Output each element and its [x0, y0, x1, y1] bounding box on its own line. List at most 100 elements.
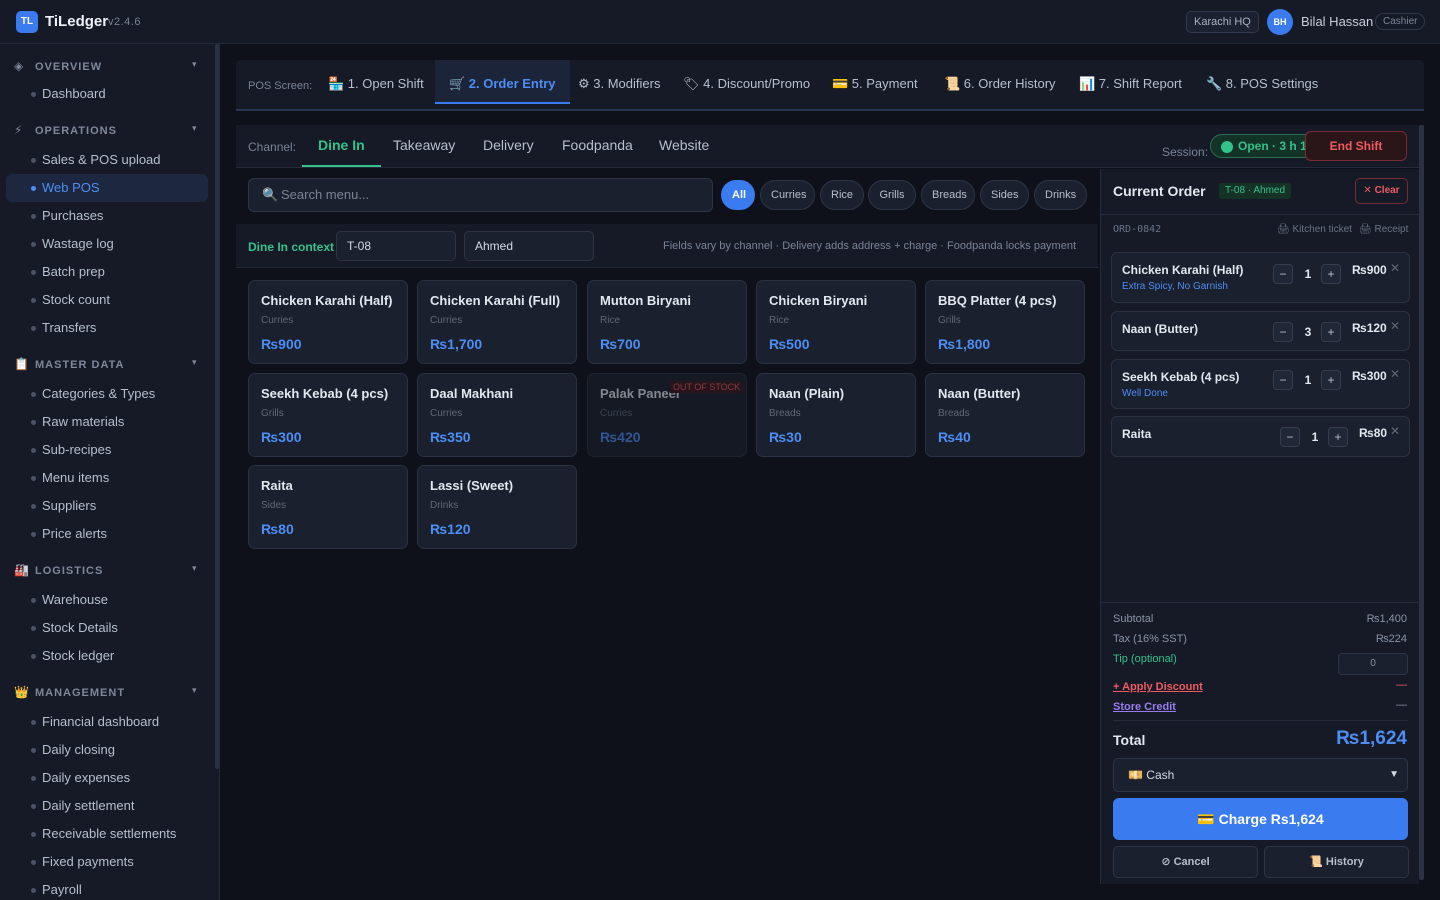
menu-card[interactable]: Raita Sides ₨80 [248, 465, 408, 549]
menu-card[interactable]: Seekh Kebab (4 pcs) Grills ₨300 [248, 373, 408, 457]
menu-card[interactable]: Daal Makhani Curries ₨350 [417, 373, 577, 457]
sidebar-item-sub-recipes[interactable]: Sub-recipes [6, 436, 208, 464]
remove-line-icon[interactable]: ✕ [1390, 261, 1400, 275]
sidebar-item-stock-details[interactable]: Stock Details [6, 614, 208, 642]
channel-delivery[interactable]: Delivery [483, 125, 534, 167]
category-grills[interactable]: Grills [868, 180, 916, 210]
menu-card[interactable]: Chicken Karahi (Half) Curries ₨900 [248, 280, 408, 364]
tab-order-entry[interactable]: 🛒 2. Order Entry [435, 60, 570, 104]
menu-card[interactable]: BBQ Platter (4 pcs) Grills ₨1,800 [925, 280, 1085, 364]
sidebar-item-suppliers[interactable]: Suppliers [6, 492, 208, 520]
decrease-qty-button[interactable]: − [1273, 264, 1293, 284]
kitchen-ticket-button[interactable]: 🖨 Kitchen ticket [1277, 224, 1352, 235]
table-field[interactable]: T-08 [336, 231, 456, 261]
category-breads[interactable]: Breads [921, 180, 975, 210]
tab-discount-promo[interactable]: 🏷 4. Discount/Promo [683, 60, 810, 104]
sidebar-item-web-pos[interactable]: Web POS [6, 174, 208, 202]
category-rice[interactable]: Rice [820, 180, 864, 210]
channel-foodpanda[interactable]: Foodpanda [562, 125, 633, 167]
section-master-data[interactable]: 📋 MASTER DATA ▾ [14, 357, 197, 373]
tip-input[interactable]: 0 [1338, 653, 1408, 675]
apply-discount-link[interactable]: + Apply Discount [1113, 681, 1203, 693]
line-modifiers[interactable]: Well Done [1122, 388, 1168, 399]
tab-open-shift[interactable]: 🏪 1. Open Shift [328, 60, 424, 104]
store-credit-link[interactable]: Store Credit [1113, 701, 1176, 713]
section-logistics[interactable]: 🏭 LOGISTICS ▾ [14, 563, 197, 579]
sidebar-item-price-alerts[interactable]: Price alerts [6, 520, 208, 548]
receipt-button[interactable]: 🖨 Receipt [1359, 224, 1408, 235]
search-input[interactable]: 🔍 Search menu... [248, 178, 713, 212]
sidebar-item-dashboard[interactable]: Dashboard [6, 80, 208, 108]
line-modifiers[interactable]: Extra Spicy, No Garnish [1122, 281, 1228, 292]
category-all[interactable]: All [721, 180, 755, 210]
sidebar-item-purchases[interactable]: Purchases [6, 202, 208, 230]
section-operations[interactable]: ⚡ OPERATIONS ▾ [14, 123, 197, 139]
menu-card[interactable]: Chicken Karahi (Full) Curries ₨1,700 [417, 280, 577, 364]
remove-line-icon[interactable]: ✕ [1390, 319, 1400, 333]
increase-qty-button[interactable]: + [1321, 264, 1341, 284]
history-button[interactable]: 📜 History [1264, 846, 1409, 878]
sidebar-scrollbar[interactable] [215, 44, 219, 769]
increase-qty-button[interactable]: + [1328, 427, 1348, 447]
sidebar-item-daily-settlement[interactable]: Daily settlement [6, 792, 208, 820]
sidebar-item-receivable-settlements[interactable]: Receivable settlements [6, 820, 208, 848]
menu-card[interactable]: Naan (Butter) Breads ₨40 [925, 373, 1085, 457]
end-shift-button[interactable]: End Shift [1305, 131, 1407, 161]
channel-website[interactable]: Website [659, 125, 709, 167]
chevron-down-icon: ▼ [1389, 769, 1399, 780]
menu-card[interactable]: Lassi (Sweet) Drinks ₨120 [417, 465, 577, 549]
tab-payment[interactable]: 💳 5. Payment [832, 60, 918, 104]
sidebar-item-warehouse[interactable]: Warehouse [6, 586, 208, 614]
sidebar-item-fixed-payments[interactable]: Fixed payments [6, 848, 208, 876]
decrease-qty-button[interactable]: − [1280, 427, 1300, 447]
sidebar-item-sales-pos-upload[interactable]: Sales & POS upload [6, 146, 208, 174]
section-overview[interactable]: ◈ OVERVIEW ▾ [14, 59, 197, 75]
out-of-stock-badge: OUT OF STOCK [670, 381, 744, 393]
sidebar-item-stock-ledger[interactable]: Stock ledger [6, 642, 208, 670]
sidebar-item-raw-materials[interactable]: Raw materials [6, 408, 208, 436]
factory-icon: 🏭 [14, 563, 30, 577]
payment-method-select[interactable]: 💴 Cash ▼ [1113, 758, 1408, 792]
sidebar-item-batch-prep[interactable]: Batch prep [6, 258, 208, 286]
order-scrollbar[interactable] [1419, 125, 1424, 880]
avatar[interactable]: BH [1267, 9, 1293, 35]
sidebar-item-categories-types[interactable]: Categories & Types [6, 380, 208, 408]
category-sides[interactable]: Sides [980, 180, 1029, 210]
category-drinks[interactable]: Drinks [1034, 180, 1087, 210]
sidebar-item-wastage-log[interactable]: Wastage log [6, 230, 208, 258]
location-selector[interactable]: Karachi HQ [1186, 11, 1259, 33]
sidebar-item-financial-dashboard[interactable]: Financial dashboard [6, 708, 208, 736]
tab-pos-settings[interactable]: 🔧 8. POS Settings [1206, 60, 1318, 104]
tab-shift-report[interactable]: 📊 7. Shift Report [1079, 60, 1182, 104]
role-badge: Cashier [1375, 13, 1426, 30]
channel-takeaway[interactable]: Takeaway [393, 125, 455, 167]
tab-modifiers[interactable]: ⚙ 3. Modifiers [578, 60, 660, 104]
menu-card[interactable]: Mutton Biryani Rice ₨700 [587, 280, 747, 364]
sidebar-item-stock-count[interactable]: Stock count [6, 286, 208, 314]
sidebar-item-daily-closing[interactable]: Daily closing [6, 736, 208, 764]
tab-order-history[interactable]: 📜 6. Order History [944, 60, 1056, 104]
channel-dine-in[interactable]: Dine In [302, 125, 381, 167]
charge-button[interactable]: 💳 Charge Rs1,624 [1113, 798, 1408, 840]
decrease-qty-button[interactable]: − [1273, 370, 1293, 390]
menu-card[interactable]: Naan (Plain) Breads ₨30 [756, 373, 916, 457]
decrease-qty-button[interactable]: − [1273, 322, 1293, 342]
increase-qty-button[interactable]: + [1321, 322, 1341, 342]
sidebar-item-menu-items[interactable]: Menu items [6, 464, 208, 492]
sidebar-item-daily-expenses[interactable]: Daily expenses [6, 764, 208, 792]
increase-qty-button[interactable]: + [1321, 370, 1341, 390]
top-bar: TL TiLedger v2.4.6 Karachi HQ BH Bilal H… [0, 0, 1440, 44]
customer-field[interactable]: Ahmed [464, 231, 594, 261]
sidebar-item-transfers[interactable]: Transfers [6, 314, 208, 342]
section-management[interactable]: 👑 MANAGEMENT ▾ [14, 685, 197, 701]
chevron-down-icon: ▾ [192, 563, 198, 573]
category-curries[interactable]: Curries [760, 180, 815, 210]
remove-line-icon[interactable]: ✕ [1390, 424, 1400, 438]
remove-line-icon[interactable]: ✕ [1390, 367, 1400, 381]
dine-in-context-bar: Dine In context T-08 Ahmed Fields vary b… [236, 224, 1098, 268]
clear-order-button[interactable]: ✕ Clear [1355, 178, 1408, 204]
menu-card[interactable]: Chicken Biryani Rice ₨500 [756, 280, 916, 364]
sidebar-item-payroll[interactable]: Payroll [6, 876, 208, 900]
cancel-button[interactable]: ⊘ Cancel [1113, 846, 1258, 878]
line-qty: 1 [1304, 267, 1312, 281]
